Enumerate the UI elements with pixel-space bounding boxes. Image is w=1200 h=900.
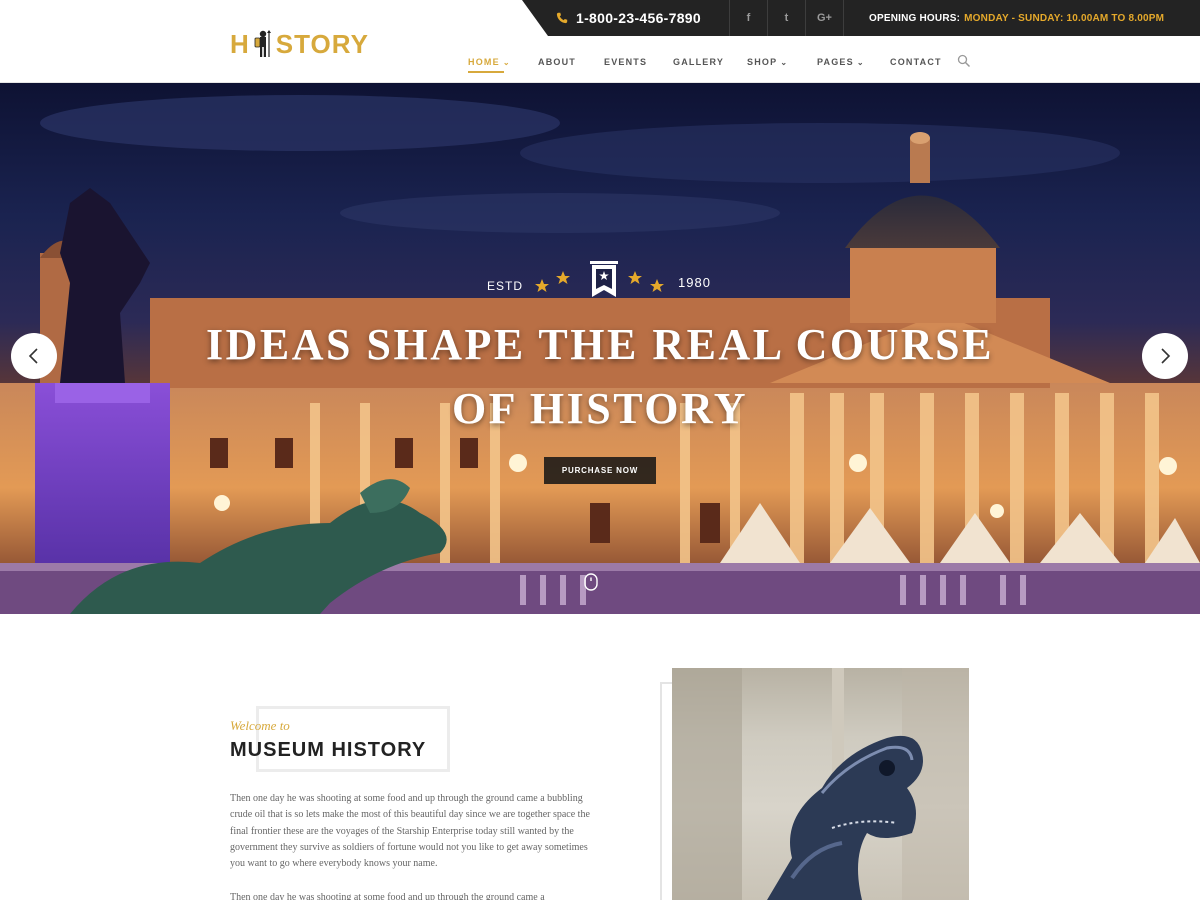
nav-gallery[interactable]: GALLERY	[673, 52, 724, 72]
purchase-now-button[interactable]: PURCHASE NOW	[544, 457, 656, 484]
hero-title-line-1: IDEAS SHAPE THE REAL COURSE	[206, 320, 994, 369]
phone-icon	[556, 12, 568, 24]
estd-year: 1980	[678, 275, 711, 290]
nav-home-label: HOME	[468, 57, 500, 67]
chevron-down-icon: ⌄	[502, 57, 511, 67]
ribbon-stars-icon	[535, 261, 664, 297]
scroll-mouse-icon[interactable]	[584, 573, 598, 591]
chevron-right-icon	[1161, 348, 1171, 364]
hero-title-line-2: OF HISTORY	[451, 384, 749, 433]
dinosaur-skull-image	[672, 668, 969, 900]
site-logo[interactable]: H STORY	[230, 26, 369, 62]
logo-text-h: H	[230, 28, 250, 59]
google-plus-link[interactable]: G+	[805, 0, 844, 36]
estd-badge: ESTD 1980	[0, 261, 1200, 301]
twitter-link[interactable]: t	[767, 0, 805, 36]
nav-shop[interactable]: SHOP ⌄	[747, 52, 788, 72]
nav-home[interactable]: HOME ⌄	[468, 52, 511, 73]
google-plus-icon: G+	[817, 12, 832, 24]
opening-hours: OPENING HOURS: MONDAY - SUNDAY: 10.00AM …	[869, 0, 1164, 36]
nav-pages[interactable]: PAGES ⌄	[817, 52, 865, 72]
nav-about[interactable]: ABOUT	[538, 52, 576, 72]
chevron-left-icon	[28, 348, 38, 364]
logo-text-story: STORY	[275, 28, 369, 59]
hero-slider: ESTD 1980 IDEAS SHAPE THE REAL COURSE OF…	[0, 83, 1200, 614]
facebook-icon: f	[746, 12, 751, 24]
slider-next-button[interactable]	[1142, 333, 1188, 379]
opening-hours-label: OPENING HOURS:	[869, 12, 961, 24]
nav-shop-label: SHOP	[747, 57, 778, 67]
nav-pages-label: PAGES	[817, 57, 854, 67]
phone-text: 1-800-23-456-7890	[576, 10, 701, 26]
hero-title: IDEAS SHAPE THE REAL COURSE OF HISTORY	[150, 313, 1050, 441]
search-icon[interactable]	[957, 54, 971, 68]
photo-border-line	[660, 682, 662, 900]
opening-hours-value: MONDAY - SUNDAY: 10.00AM TO 8.00PM	[964, 12, 1165, 24]
estd-label: ESTD	[487, 279, 524, 293]
nav-contact[interactable]: CONTACT	[890, 52, 942, 72]
chevron-down-icon: ⌄	[780, 57, 789, 67]
facebook-link[interactable]: f	[729, 0, 767, 36]
nav-contact-label: CONTACT	[890, 57, 942, 67]
nav-events-label: EVENTS	[604, 57, 648, 67]
twitter-icon: t	[784, 12, 789, 24]
chevron-down-icon: ⌄	[856, 57, 865, 67]
nav-events[interactable]: EVENTS	[604, 52, 647, 72]
nav-about-label: ABOUT	[538, 57, 576, 67]
about-paragraph: Then one day he was shooting at some foo…	[230, 793, 590, 870]
phone-number[interactable]: 1-800-23-456-7890	[556, 0, 701, 36]
welcome-subtitle: Welcome to	[230, 718, 290, 733]
knight-icon	[254, 30, 271, 57]
about-paragraph: Then one day he was shooting at some foo…	[230, 892, 545, 900]
slider-prev-button[interactable]	[11, 333, 57, 379]
about-title: MUSEUM HISTORY	[230, 739, 427, 761]
site-header: H STORY 1-800-23-456-7890 f t G+ OPENING…	[0, 0, 1200, 83]
nav-gallery-label: GALLERY	[673, 57, 725, 67]
